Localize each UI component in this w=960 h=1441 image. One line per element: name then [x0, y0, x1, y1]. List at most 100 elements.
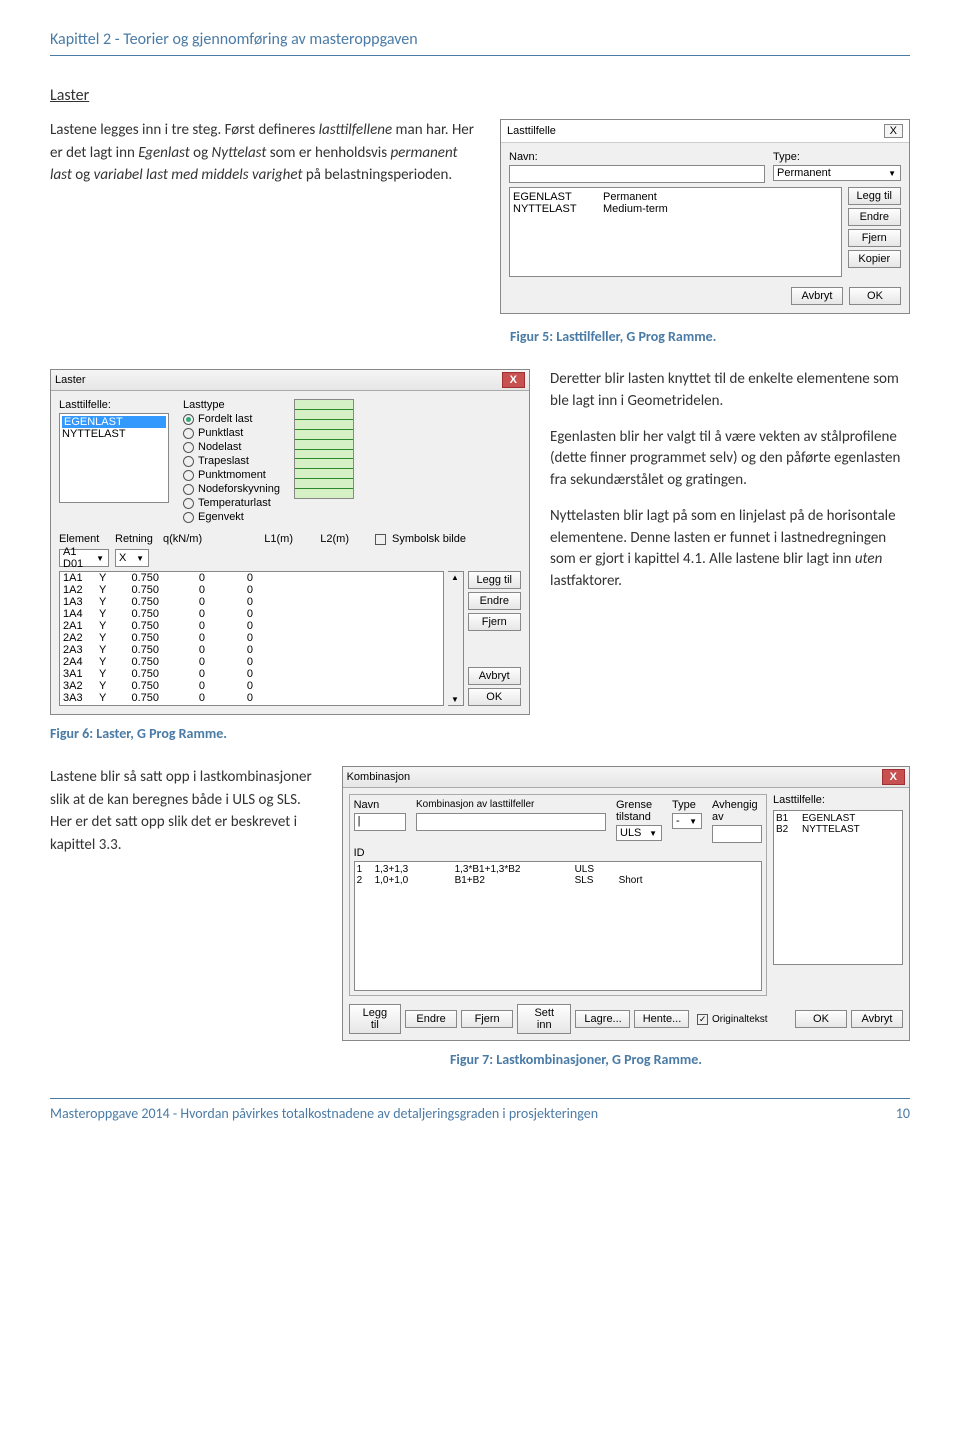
symbolsk-checkbox[interactable] — [375, 534, 386, 545]
leggtil-button[interactable]: Legg til — [848, 187, 901, 205]
retning-dropdown[interactable]: X▼ — [115, 549, 149, 567]
element-dropdown[interactable]: A1 D01▼ — [59, 549, 109, 567]
t: B2 — [776, 824, 802, 835]
ok-button[interactable]: OK — [795, 1010, 847, 1028]
radio-fordelt[interactable]: Fordelt last — [183, 413, 280, 425]
table-row[interactable]: 1 1,3+1,3 1,3*B1+1,3*B2 ULS — [357, 864, 759, 875]
table-row[interactable]: 1A4Y0.75000 — [60, 608, 443, 620]
radio-punktmoment[interactable]: Punktmoment — [183, 469, 280, 481]
avbryt-button[interactable]: Avbryt — [851, 1010, 903, 1028]
kombinasjon-list[interactable]: 1 1,3+1,3 1,3*B1+1,3*B2 ULS 2 1,0+1,0 B1… — [354, 861, 762, 991]
hente-button[interactable]: Hente... — [634, 1010, 689, 1028]
retning-label: Retning — [115, 533, 157, 545]
lasttilfelle-list[interactable]: EGENLAST Permanent NYTTELAST Medium-term — [509, 187, 842, 277]
fjern-button[interactable]: Fjern — [848, 229, 901, 247]
t: og — [75, 166, 93, 184]
table-row[interactable]: 2 1,0+1,0 B1+B2 SLS Short — [357, 875, 759, 886]
t: 0 — [223, 596, 253, 608]
table-row[interactable]: 1A1Y0.75000 — [60, 572, 443, 584]
kopier-button[interactable]: Kopier — [848, 250, 901, 268]
list-item[interactable]: B2 NYTTELAST — [776, 824, 900, 835]
t: ULS — [620, 827, 641, 839]
chevron-down-icon: ▼ — [136, 554, 144, 563]
t: Nodeforskyvning — [198, 483, 280, 495]
t: 1A2 — [63, 584, 99, 596]
close-icon[interactable]: X — [884, 124, 903, 138]
navn-input[interactable]: | — [354, 813, 406, 831]
t: Y — [99, 644, 125, 656]
scrollbar[interactable]: ▲▼ — [448, 571, 464, 706]
scroll-up-icon[interactable]: ▲ — [451, 573, 459, 582]
radio-egenvekt[interactable]: Egenvekt — [183, 511, 280, 523]
endre-button[interactable]: Endre — [405, 1010, 457, 1028]
ok-button[interactable]: OK — [468, 688, 521, 706]
t: 0 — [223, 680, 253, 692]
navn-input[interactable] — [509, 165, 765, 183]
table-row[interactable]: 1A2Y0.75000 — [60, 584, 443, 596]
radio-icon — [183, 512, 194, 523]
type-dropdown[interactable]: -▼ — [672, 813, 702, 829]
t: Lastene legges inn i tre steg. Først def… — [50, 121, 319, 139]
table-row[interactable]: 2A1Y0.75000 — [60, 620, 443, 632]
list-item[interactable]: NYTTELAST — [62, 428, 166, 440]
load-table[interactable]: 1A1Y0.750001A2Y0.750001A3Y0.750001A4Y0.7… — [59, 571, 444, 706]
fjern-button[interactable]: Fjern — [468, 613, 521, 631]
t: 3A2 — [63, 680, 99, 692]
grense-dropdown[interactable]: ULS▼ — [616, 825, 662, 841]
dialog-title: Lasttilfelle — [507, 125, 556, 137]
radio-icon — [183, 470, 194, 481]
table-row[interactable]: 3A3Y0.75000 — [60, 692, 443, 704]
close-icon[interactable]: X — [502, 372, 525, 388]
t: Deretter blir lasten knyttet til de enke… — [550, 369, 910, 413]
lasttilfelle-list[interactable]: EGENLAST NYTTELAST — [59, 413, 169, 503]
radio-punktlast[interactable]: Punktlast — [183, 427, 280, 439]
list-item[interactable]: NYTTELAST Medium-term — [513, 203, 838, 215]
radio-nodeforskyvning[interactable]: Nodeforskyvning — [183, 483, 280, 495]
t: 0 — [179, 668, 223, 680]
t: Egenlasten blir her valgt til å være vek… — [550, 427, 910, 492]
t — [619, 864, 669, 875]
radio-temperaturlast[interactable]: Temperaturlast — [183, 497, 280, 509]
t: Short — [619, 875, 669, 886]
figure-5-caption: Figur 5: Lasttilfeller, G Prog Ramme. — [510, 328, 910, 345]
leggtil-button[interactable]: Legg til — [349, 1004, 402, 1034]
close-icon[interactable]: X — [882, 769, 905, 785]
symbolsk-label: Symbolsk bilde — [392, 533, 466, 545]
ok-button[interactable]: OK — [849, 287, 901, 305]
list-item[interactable]: EGENLAST Permanent — [513, 191, 838, 203]
lagre-button[interactable]: Lagre... — [575, 1010, 629, 1028]
l2-label: L2(m) — [299, 533, 349, 545]
endre-button[interactable]: Endre — [848, 208, 901, 226]
list-item[interactable]: B1 EGENLAST — [776, 813, 900, 824]
endre-button[interactable]: Endre — [468, 592, 521, 610]
table-row[interactable]: 3A1Y0.75000 — [60, 668, 443, 680]
originaltekst-checkbox[interactable] — [697, 1014, 708, 1025]
table-row[interactable]: 1A3Y0.75000 — [60, 596, 443, 608]
dialog-title: Kombinasjon — [347, 771, 411, 783]
table-row[interactable]: 2A3Y0.75000 — [60, 644, 443, 656]
leggtil-button[interactable]: Legg til — [468, 571, 521, 589]
avbryt-button[interactable]: Avbryt — [468, 667, 521, 685]
list-item[interactable]: EGENLAST — [62, 416, 166, 428]
radio-trapeslast[interactable]: Trapeslast — [183, 455, 280, 467]
table-row[interactable]: 2A2Y0.75000 — [60, 632, 443, 644]
scroll-down-icon[interactable]: ▼ — [451, 695, 459, 704]
avhengig-input[interactable] — [712, 825, 762, 843]
lasttilfelle-list[interactable]: B1 EGENLAST B2 NYTTELAST — [773, 810, 903, 965]
radio-nodelast[interactable]: Nodelast — [183, 441, 280, 453]
table-row[interactable]: 2A4Y0.75000 — [60, 656, 443, 668]
fjern-button[interactable]: Fjern — [461, 1010, 513, 1028]
t: 0 — [223, 656, 253, 668]
avbryt-button[interactable]: Avbryt — [791, 287, 843, 305]
lasttilfelle-dialog: Lasttilfelle X Navn: Type: Permanent ▼ — [500, 119, 910, 314]
section-heading: Laster — [50, 86, 910, 105]
komb-input[interactable] — [416, 813, 606, 831]
navn-label: Navn: — [509, 151, 765, 163]
lasttype-label: Lasttype — [183, 399, 280, 411]
type-label: Type: — [773, 151, 901, 163]
settinn-button[interactable]: Sett inn — [517, 1004, 571, 1034]
komb-label: Kombinasjon av lasttilfeller — [416, 799, 606, 810]
table-row[interactable]: 3A2Y0.75000 — [60, 680, 443, 692]
type-dropdown[interactable]: Permanent ▼ — [773, 165, 901, 181]
page-header: Kapittel 2 - Teorier og gjennomføring av… — [50, 30, 910, 56]
